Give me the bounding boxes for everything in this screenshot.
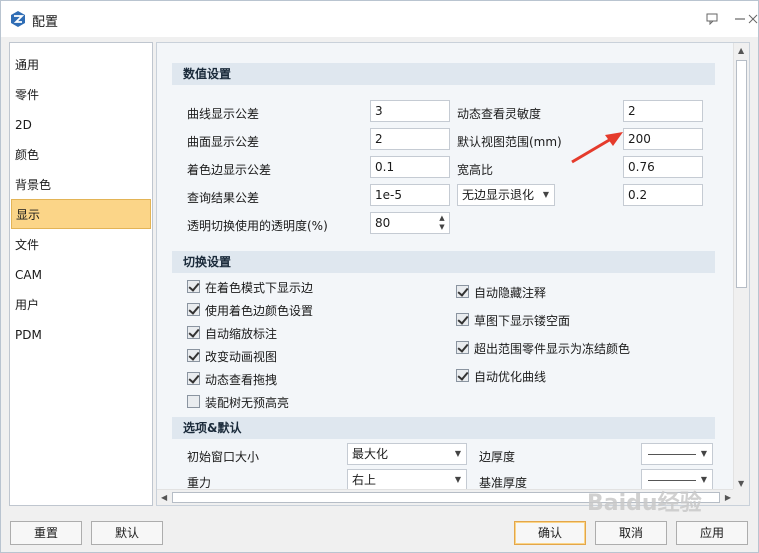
- gravity-selected: 右上: [352, 473, 377, 487]
- sidebar-item-display[interactable]: 显示: [11, 199, 151, 229]
- default-view-range-input[interactable]: 200: [623, 128, 703, 150]
- scroll-up-icon[interactable]: ▲: [738, 46, 744, 55]
- checkbox-label: 改变动画视图: [205, 350, 278, 364]
- sidebar-item-color[interactable]: 颜色: [11, 140, 151, 170]
- section-switch-header: 切换设置: [172, 251, 715, 273]
- dynamic-sensitivity-input[interactable]: 2: [623, 100, 703, 122]
- default-button[interactable]: 默认: [91, 521, 163, 545]
- checkbox-auto-optimize-curve[interactable]: [456, 369, 469, 382]
- sidebar-item-general[interactable]: 通用: [11, 50, 151, 80]
- help-icon[interactable]: [702, 9, 722, 29]
- scroll-left-icon[interactable]: ◀: [161, 493, 167, 502]
- scroll-down-icon[interactable]: ▼: [738, 479, 744, 488]
- checkbox-label: 自动缩放标注: [205, 327, 278, 341]
- sidebar-item-cam[interactable]: CAM: [11, 260, 151, 290]
- vertical-scrollbar[interactable]: ▲ ▼: [733, 43, 749, 491]
- gravity-select[interactable]: 右上 ▼: [347, 469, 467, 491]
- checkbox-out-of-range-frozen[interactable]: [456, 341, 469, 354]
- transparency-value: 80: [375, 216, 391, 230]
- query-tolerance-label: 查询结果公差: [187, 191, 260, 205]
- shade-edge-tolerance-input[interactable]: 0.1: [370, 156, 450, 178]
- checkbox-show-edges-shaded[interactable]: [187, 280, 200, 293]
- aspect-ratio-input[interactable]: 0.76: [623, 156, 703, 178]
- checkbox-auto-scale-annotation[interactable]: [187, 326, 200, 339]
- chevron-down-icon: ▼: [700, 475, 707, 484]
- edge-fallback-input[interactable]: 0.2: [623, 184, 703, 206]
- chevron-down-icon: ▼: [700, 449, 707, 458]
- category-list: 通用 零件 2D 颜色 背景色 显示 文件 CAM 用户 PDM: [9, 42, 153, 506]
- checkbox-label: 动态查看拖拽: [205, 373, 278, 387]
- checkbox-label: 草图下显示镂空面: [474, 314, 571, 328]
- cancel-button[interactable]: 取消: [595, 521, 667, 545]
- checkbox-auto-hide-annotation[interactable]: [456, 285, 469, 298]
- line-style-preview: [648, 480, 696, 481]
- chevron-down-icon: ▼: [454, 475, 461, 484]
- checkbox-label: 超出范围零件显示为冻结颜色: [474, 342, 631, 356]
- sidebar-item-user[interactable]: 用户: [11, 290, 151, 320]
- config-dialog: 配置 通用 零件 2D 颜色 背景色 显示 文件 CAM 用户 PDM 数值设置…: [0, 0, 759, 553]
- annotation-arrow-icon: [571, 132, 623, 164]
- edge-fallback-selected: 无边显示退化: [462, 188, 535, 202]
- settings-panel: 数值设置 曲线显示公差 3 动态查看灵敏度 2 曲面显示公差 2 默认视图范围(…: [156, 42, 750, 506]
- checkbox-label: 自动优化曲线: [474, 370, 547, 384]
- section-options-header: 选项&默认: [172, 417, 715, 439]
- edge-thickness-select[interactable]: ▼: [641, 443, 713, 465]
- scroll-corner: [733, 489, 749, 505]
- content-area: 通用 零件 2D 颜色 背景色 显示 文件 CAM 用户 PDM 数值设置 曲线…: [1, 37, 758, 511]
- checkbox-sketch-hollow-face[interactable]: [456, 313, 469, 326]
- sidebar-item-pdm[interactable]: PDM: [11, 320, 151, 350]
- spinner-arrows-icon[interactable]: ▲ ▼: [437, 214, 447, 232]
- baidu-watermark: Baidu经验: [587, 491, 702, 516]
- checkbox-label: 自动隐藏注释: [474, 286, 547, 300]
- shade-edge-tolerance-label: 着色边显示公差: [187, 163, 272, 177]
- default-view-range-label: 默认视图范围(mm): [457, 135, 562, 149]
- window-title: 配置: [32, 15, 59, 30]
- checkbox-label: 在着色模式下显示边: [205, 281, 314, 295]
- ok-button[interactable]: 确认: [514, 521, 586, 545]
- checkbox-animate-view[interactable]: [187, 349, 200, 362]
- checkbox-label: 装配树无预高亮: [205, 396, 290, 410]
- init-window-size-selected: 最大化: [352, 447, 389, 461]
- surface-tolerance-input[interactable]: 2: [370, 128, 450, 150]
- transparency-spinner[interactable]: 80 ▲ ▼: [370, 212, 450, 234]
- checkbox-no-prehighlight[interactable]: [187, 395, 200, 408]
- curve-tolerance-label: 曲线显示公差: [187, 107, 260, 121]
- checkbox-shade-edge-color[interactable]: [187, 303, 200, 316]
- edge-thickness-label: 边厚度: [479, 450, 516, 464]
- title-bar: 配置: [1, 1, 758, 37]
- checkbox-label: 使用着色边颜色设置: [205, 304, 314, 318]
- close-icon[interactable]: [746, 9, 759, 29]
- app-logo-icon: [11, 11, 25, 27]
- init-window-size-label: 初始窗口大小: [187, 450, 260, 464]
- apply-button[interactable]: 应用: [676, 521, 748, 545]
- dynamic-sensitivity-label: 动态查看灵敏度: [457, 107, 542, 121]
- scroll-right-icon[interactable]: ▶: [725, 493, 731, 502]
- transparency-label: 透明切换使用的透明度(%): [187, 219, 328, 233]
- query-tolerance-input[interactable]: 1e-5: [370, 184, 450, 206]
- checkbox-dynamic-drag[interactable]: [187, 372, 200, 385]
- curve-tolerance-input[interactable]: 3: [370, 100, 450, 122]
- sidebar-item-2d[interactable]: 2D: [11, 110, 151, 140]
- surface-tolerance-label: 曲面显示公差: [187, 135, 260, 149]
- sidebar-item-part[interactable]: 零件: [11, 80, 151, 110]
- line-style-preview: [648, 454, 696, 455]
- chevron-down-icon: ▼: [454, 449, 461, 458]
- section-numeric-header: 数值设置: [172, 63, 715, 85]
- reset-button[interactable]: 重置: [10, 521, 82, 545]
- aspect-ratio-label: 宽高比: [457, 163, 494, 177]
- edge-fallback-select[interactable]: 无边显示退化 ▼: [457, 184, 555, 206]
- sidebar-item-file[interactable]: 文件: [11, 230, 151, 260]
- init-window-size-select[interactable]: 最大化 ▼: [347, 443, 467, 465]
- sidebar-item-background[interactable]: 背景色: [11, 170, 151, 200]
- chevron-down-icon: ▼: [542, 190, 549, 199]
- vertical-scroll-thumb[interactable]: [736, 60, 747, 288]
